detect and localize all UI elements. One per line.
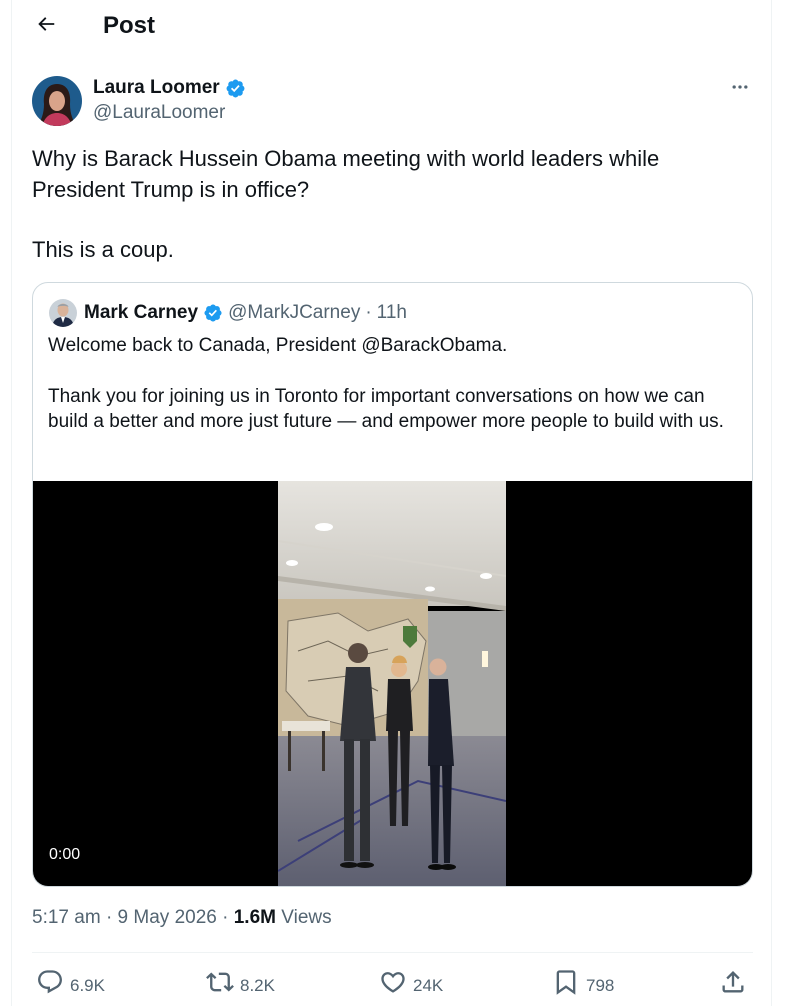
author-name-text: Laura Loomer: [93, 77, 220, 98]
quoted-post-time: 11h: [376, 302, 407, 323]
share-icon: [719, 968, 753, 1003]
post-text-line: Why is Barack Hussein Obama meeting with…: [32, 146, 660, 202]
video-timestamp: 0:00: [49, 846, 81, 863]
video-player[interactable]: 0:00: [33, 481, 752, 886]
post-header: Post: [12, 0, 771, 53]
post-meta: 5:17 am · 9 May 2026 · 1.6M Views: [32, 906, 332, 930]
post-text-line: This is a coup.: [32, 237, 174, 262]
author-handle[interactable]: @LauraLoomer: [93, 101, 225, 125]
heart-icon: [379, 968, 413, 1003]
quoted-author-handle: @MarkJCarney: [228, 302, 361, 323]
bookmark-count: 798: [586, 975, 615, 995]
quoted-post-card[interactable]: Mark Carney @MarkJCarney · 11h Welcome b…: [32, 282, 753, 887]
quoted-post-header: Mark Carney @MarkJCarney · 11h: [84, 301, 407, 325]
verified-badge-icon: [225, 78, 246, 99]
views-count: 1.6M: [233, 907, 276, 928]
reply-count: 6.9K: [70, 975, 105, 995]
reply-button[interactable]: 6.9K: [36, 968, 105, 1003]
time-separator: ·: [365, 302, 372, 323]
views-label: Views: [281, 907, 332, 928]
meta-dot: ·: [222, 907, 229, 928]
repost-count: 8.2K: [240, 975, 275, 995]
like-button[interactable]: 24K: [379, 968, 443, 1003]
divider: [32, 952, 753, 953]
quoted-text-paragraph: Welcome back to Canada, President @Barac…: [48, 335, 508, 356]
quoted-author-name: Mark Carney: [84, 302, 199, 323]
bookmark-button[interactable]: 798: [552, 968, 614, 1003]
bookmark-icon: [552, 968, 586, 1003]
author-avatar[interactable]: [32, 76, 82, 126]
like-count: 24K: [413, 975, 444, 995]
verified-badge-icon: [203, 303, 223, 323]
quoted-post-text: Welcome back to Canada, President @Barac…: [48, 333, 743, 435]
post-text: Why is Barack Hussein Obama meeting with…: [32, 144, 732, 266]
action-bar: 6.9K 8.2K 24K 798: [12, 966, 771, 1000]
reply-icon: [36, 968, 70, 1003]
post-time[interactable]: 5:17 am: [32, 907, 101, 928]
meta-dot: ·: [105, 907, 113, 928]
share-button[interactable]: [719, 968, 753, 1003]
back-button[interactable]: [31, 11, 61, 41]
repost-icon: [206, 968, 240, 1003]
arrow-left-icon: [35, 13, 57, 40]
video-frame: [278, 481, 506, 886]
quoted-text-paragraph: Thank you for joining us in Toronto for …: [48, 385, 724, 433]
page-title: Post: [103, 12, 156, 39]
repost-button[interactable]: 8.2K: [206, 968, 275, 1003]
author-name[interactable]: Laura Loomer: [93, 76, 246, 100]
quoted-author-avatar: [49, 299, 77, 327]
more-options-button[interactable]: [725, 76, 755, 102]
post-date[interactable]: 9 May 2026: [118, 907, 217, 928]
post-column: Post Laura Loomer @LauraLoomer Why is Ba…: [11, 0, 772, 1006]
more-horizontal-icon: [730, 77, 750, 102]
